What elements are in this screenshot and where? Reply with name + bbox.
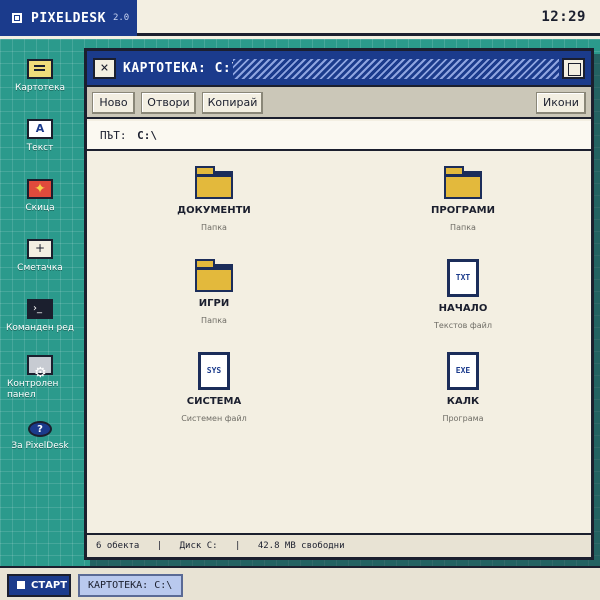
start-logo-icon [17, 581, 25, 589]
path-bar: ПЪТ: C:\ [87, 121, 591, 151]
folder-icon [195, 166, 233, 199]
path-value[interactable]: C:\ [137, 129, 157, 142]
file-name: ИГРИ [198, 298, 230, 309]
path-label: ПЪТ: [100, 129, 127, 142]
open-button[interactable]: Отвори [141, 92, 196, 114]
file-type: Папка [450, 223, 476, 232]
about-icon: ? [28, 421, 52, 437]
desktop-icon-files[interactable]: Картотека [0, 59, 80, 94]
status-object-count: 6 обекта [96, 541, 140, 551]
new-button[interactable]: Ново [92, 92, 135, 114]
desktop-icon-text[interactable]: A Текст [0, 119, 80, 154]
window-title: КАРТОТЕКА: C:\ [123, 61, 240, 76]
brand: PIXELDESK 2.0 [0, 0, 137, 36]
terminal-icon: ›_ [27, 299, 53, 319]
desktop-icon-label: Скица [25, 203, 55, 213]
file-name: СИСТЕМА [186, 396, 242, 407]
file-name: ПРОГРАМИ [431, 205, 495, 216]
status-separator: | [234, 541, 241, 551]
file-manager-window: × КАРТОТЕКА: C:\ Ново Отвори Копирай Ико… [84, 48, 594, 560]
copy-button[interactable]: Копирай [202, 92, 263, 114]
desktop-icon-sketch[interactable]: ✦ Скица [0, 179, 80, 214]
desktop: Картотека A Текст ✦ Скица + Сметачка ›_ … [0, 39, 600, 566]
taskbar-item-file-manager[interactable]: КАРТОТЕКА: C:\ [78, 574, 183, 597]
calculator-icon: + [27, 239, 53, 259]
desktop-icon-label: Сметачка [17, 263, 63, 273]
brand-name: PIXELDESK [31, 10, 106, 26]
desktop-icon-label: Картотека [14, 83, 66, 93]
clock: 12:29 [541, 9, 586, 25]
file-item-start-txt[interactable]: TXT НАЧАЛО Текстов файл [388, 259, 538, 330]
view-icons-button[interactable]: Икони [536, 92, 586, 114]
sys-file-icon: SYS [198, 352, 230, 390]
file-name: НАЧАЛО [438, 303, 488, 314]
start-button[interactable]: СТАРТ [7, 574, 71, 597]
desktop-icon-label: Текст [26, 143, 54, 153]
file-type: Папка [201, 223, 227, 232]
exe-file-icon: EXE [447, 352, 479, 390]
status-bar: 6 обекта | Диск C: | 42.8 MB свободни [87, 533, 591, 557]
file-item-documents[interactable]: ДОКУМЕНТИ Папка [139, 166, 289, 232]
folder-icon [195, 259, 233, 292]
control-panel-icon [27, 355, 53, 381]
file-name: ДОКУМЕНТИ [177, 205, 251, 216]
txt-file-icon: TXT [447, 259, 479, 297]
file-item-games[interactable]: ИГРИ Папка [139, 259, 289, 325]
top-bar: PIXELDESK 2.0 12:29 [0, 0, 600, 36]
file-name: КАЛК [446, 396, 480, 407]
desktop-icon-label: Команден ред [5, 323, 75, 333]
taskbar: СТАРТ КАРТОТЕКА: C:\ [0, 566, 600, 600]
close-button[interactable]: × [93, 58, 116, 79]
sketch-icon: ✦ [27, 179, 53, 199]
desktop-icon-about[interactable]: ? За PixelDesk [0, 421, 80, 452]
toolbar: Ново Отвори Копирай Икони [87, 87, 591, 119]
text-editor-icon: A [27, 119, 53, 139]
folder-files-icon [27, 59, 53, 79]
titlebar-drag-area[interactable] [233, 59, 559, 79]
folder-icon [444, 166, 482, 199]
window-titlebar[interactable]: × КАРТОТЕКА: C:\ [87, 51, 591, 87]
status-disk: Диск C: [179, 541, 218, 551]
desktop-icon-control-panel[interactable]: Контролен панел [0, 355, 80, 401]
file-type: Програма [442, 414, 484, 423]
file-item-calc[interactable]: EXE КАЛК Програма [388, 352, 538, 423]
file-type: Системен файл [181, 414, 247, 423]
status-free-space: 42.8 MB свободни [257, 541, 345, 551]
desktop-icon-calculator[interactable]: + Сметачка [0, 239, 80, 274]
file-type: Папка [201, 316, 227, 325]
file-item-system[interactable]: SYS СИСТЕМА Системен файл [139, 352, 289, 423]
desktop-icon-terminal[interactable]: ›_ Команден ред [0, 299, 80, 334]
maximize-button[interactable] [562, 58, 585, 79]
start-label: СТАРТ [31, 580, 68, 591]
file-item-programs[interactable]: ПРОГРАМИ Папка [388, 166, 538, 232]
file-list: ДОКУМЕНТИ Папка ПРОГРАМИ Папка ИГРИ Папк… [87, 153, 591, 533]
file-type: Текстов файл [434, 321, 492, 330]
desktop-icon-label: Контролен панел [7, 379, 59, 400]
status-separator: | [156, 541, 163, 551]
desktop-icon-label: За PixelDesk [11, 441, 69, 451]
brand-version: 2.0 [112, 13, 130, 23]
logo-icon [12, 13, 22, 23]
